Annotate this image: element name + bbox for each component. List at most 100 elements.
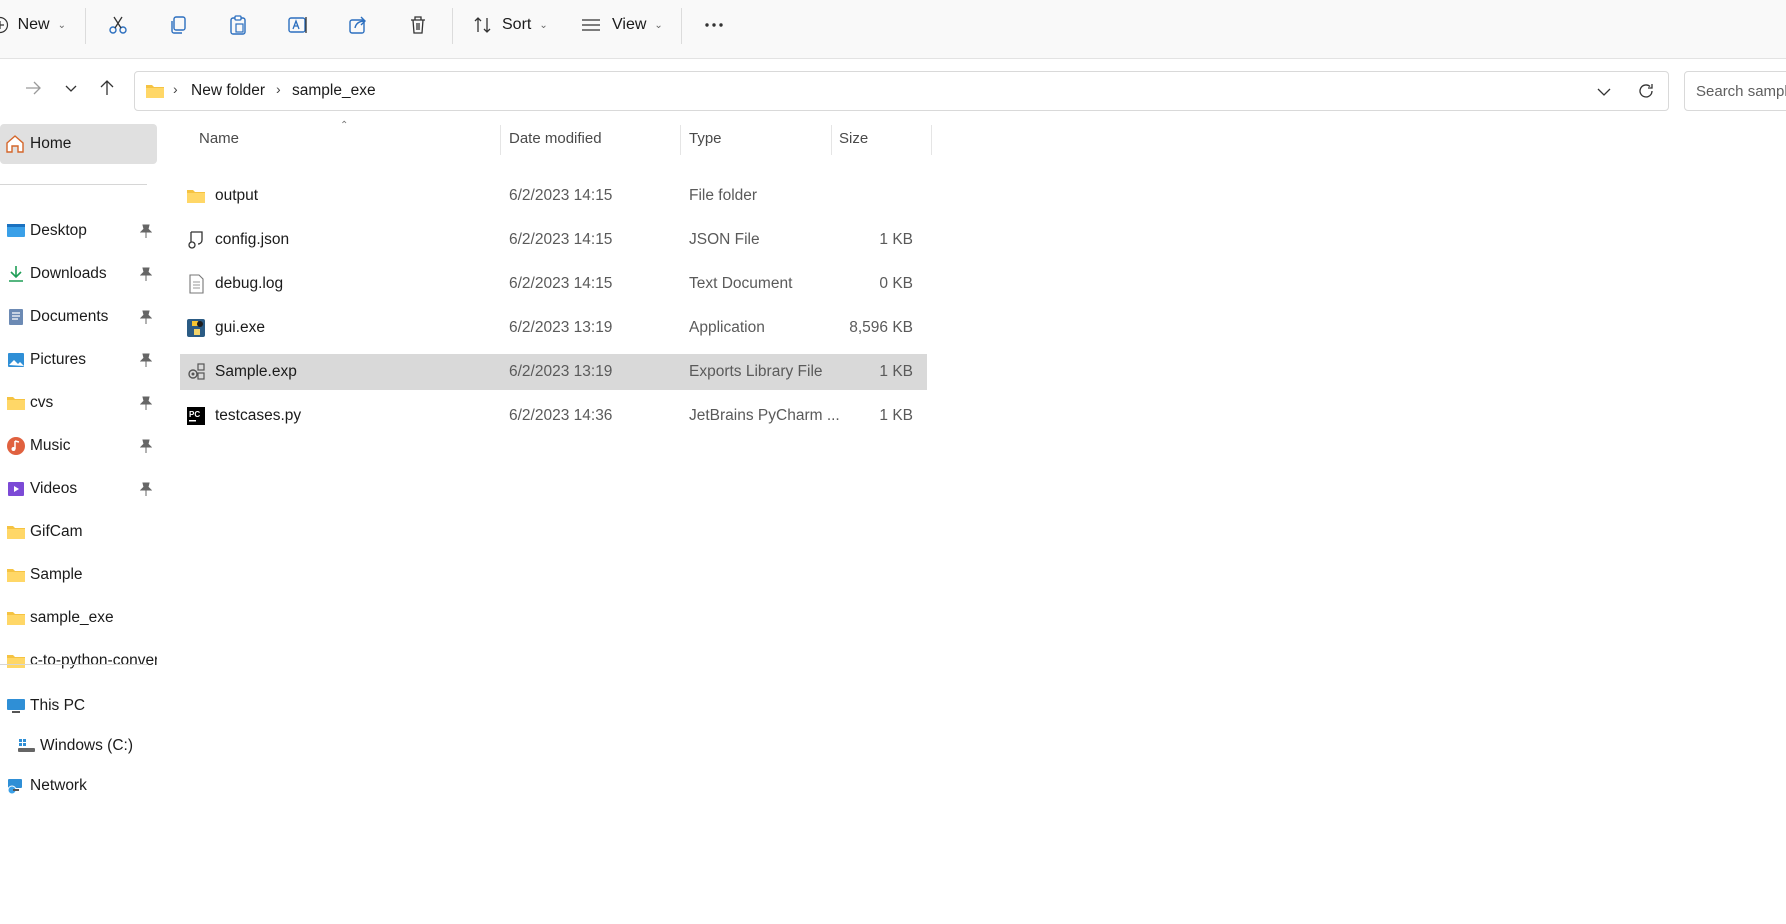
file-row[interactable]: output 6/2/2023 14:15 File folder: [180, 178, 927, 214]
view-label: View: [612, 16, 647, 33]
trash-icon: [402, 9, 434, 41]
file-row[interactable]: Sample.exp 6/2/2023 13:19 Exports Library …: [180, 354, 927, 390]
sidebar-item-videos[interactable]: Videos: [0, 471, 157, 507]
breadcrumb-chevron-icon: ›: [173, 81, 178, 97]
paste-button[interactable]: [222, 9, 254, 41]
home-icon: [5, 134, 25, 159]
folder-icon: [6, 651, 26, 671]
documents-icon: [6, 307, 26, 327]
new-button[interactable]: New ⌄: [0, 9, 66, 41]
file-size: 8,596 KB: [849, 319, 913, 336]
column-divider[interactable]: [500, 125, 501, 155]
plus-circle-icon: [0, 9, 10, 41]
sidebar-item-c-to-python-conver[interactable]: c-to-python-conver: [0, 643, 157, 679]
pin-icon: [139, 439, 153, 456]
file-row[interactable]: debug.log 6/2/2023 14:15 Text Document 0 KB: [180, 266, 927, 302]
file-type: File folder: [689, 187, 758, 204]
sidebar-item-music[interactable]: Music: [0, 428, 157, 464]
breadcrumb-sample-exe[interactable]: sample_exe: [292, 82, 376, 100]
folder-icon: [6, 393, 26, 413]
refresh-icon[interactable]: [1637, 82, 1655, 105]
file-type: Application: [689, 319, 765, 336]
library-file-icon: [186, 362, 206, 382]
sidebar-item-desktop[interactable]: Desktop: [0, 213, 157, 249]
breadcrumb-new-folder[interactable]: New folder: [191, 82, 265, 100]
sidebar-item-pictures[interactable]: Pictures: [0, 342, 157, 378]
clipboard-icon: [222, 9, 254, 41]
sidebar-item-downloads[interactable]: Downloads: [0, 256, 157, 292]
more-options-button[interactable]: [698, 9, 730, 41]
column-header-name[interactable]: Name: [199, 130, 239, 147]
sidebar-item-windows-c[interactable]: Windows (C:): [10, 728, 167, 764]
view-button[interactable]: View ⌄: [578, 9, 674, 41]
file-date-modified: 6/2/2023 14:15: [509, 231, 613, 248]
file-row[interactable]: PC testcases.py 6/2/2023 14:36 JetBrains Py…: [180, 398, 927, 434]
drive-icon: [16, 736, 36, 756]
cut-button[interactable]: [102, 9, 134, 41]
folder-icon: [6, 608, 26, 628]
search-box[interactable]: [1684, 71, 1786, 111]
rename-button[interactable]: [282, 9, 314, 41]
forward-button[interactable]: [18, 75, 48, 105]
file-row[interactable]: config.json 6/2/2023 14:15 JSON File 1 KB: [180, 222, 927, 258]
file-name: output: [215, 187, 259, 204]
sidebar-item-sample[interactable]: Sample: [0, 557, 157, 593]
sidebar-divider: [0, 184, 147, 185]
delete-button[interactable]: [402, 9, 434, 41]
share-button[interactable]: [342, 9, 374, 41]
music-icon: [6, 436, 26, 456]
folder-icon: [145, 81, 165, 106]
copy-icon: [162, 9, 194, 41]
file-size: 1 KB: [879, 407, 913, 424]
file-type: Exports Library File: [689, 363, 823, 380]
file-date-modified: 6/2/2023 14:15: [509, 275, 613, 292]
folder-icon: [186, 186, 206, 206]
sidebar-item-label: sample_exe: [30, 609, 114, 626]
sidebar-divider: [0, 664, 147, 665]
column-divider[interactable]: [680, 125, 681, 155]
sort-button[interactable]: Sort ⌄: [470, 9, 562, 41]
network-icon: [6, 776, 26, 796]
breadcrumb-chevron-icon: ›: [276, 81, 281, 97]
column-header-date[interactable]: Date modified: [509, 130, 602, 147]
copy-button[interactable]: [162, 9, 194, 41]
up-button[interactable]: [92, 75, 122, 105]
file-date-modified: 6/2/2023 13:19: [509, 363, 613, 380]
arrow-up-icon: [98, 79, 116, 102]
python-app-icon: [186, 318, 206, 338]
sidebar-item-label: Downloads: [30, 265, 107, 282]
column-divider[interactable]: [831, 125, 832, 155]
pycharm-file-icon: PC: [186, 406, 206, 426]
sidebar-item-cvs[interactable]: cvs: [0, 385, 157, 421]
text-file-icon: [186, 274, 206, 294]
search-input[interactable]: [1694, 82, 1786, 101]
rename-icon: [282, 9, 314, 41]
file-date-modified: 6/2/2023 13:19: [509, 319, 613, 336]
more-icon: [698, 9, 730, 41]
recent-locations-button[interactable]: [56, 75, 86, 105]
address-bar[interactable]: › New folder › sample_exe: [134, 71, 1669, 111]
file-date-modified: 6/2/2023 14:15: [509, 187, 613, 204]
sidebar-item-gifcam[interactable]: GifCam: [0, 514, 157, 550]
column-divider[interactable]: [931, 125, 932, 155]
column-header-type[interactable]: Type: [689, 130, 722, 147]
address-history-chevron-icon[interactable]: [1596, 84, 1612, 105]
file-name: config.json: [215, 231, 290, 248]
file-row[interactable]: gui.exe 6/2/2023 13:19 Application 8,596 KB: [180, 310, 927, 346]
sidebar-item-home[interactable]: Home: [0, 124, 157, 164]
file-name: gui.exe: [215, 319, 265, 336]
pin-icon: [139, 310, 153, 327]
pin-icon: [139, 482, 153, 499]
command-bar: New ⌄ Sort ⌄ View ⌄: [0, 0, 1786, 59]
column-header-size[interactable]: Size: [839, 130, 868, 147]
sidebar-item-network[interactable]: Network: [0, 768, 157, 804]
pin-icon: [139, 267, 153, 284]
sidebar-item-sample-exe[interactable]: sample_exe: [0, 600, 157, 636]
sidebar-item-documents[interactable]: Documents: [0, 299, 157, 335]
file-size: 1 KB: [879, 231, 913, 248]
scissors-icon: [102, 9, 134, 41]
toolbar-divider: [85, 8, 86, 44]
sidebar-item-this-pc[interactable]: This PC: [0, 688, 157, 724]
file-type: JSON File: [689, 231, 760, 248]
file-name: debug.log: [215, 275, 284, 292]
